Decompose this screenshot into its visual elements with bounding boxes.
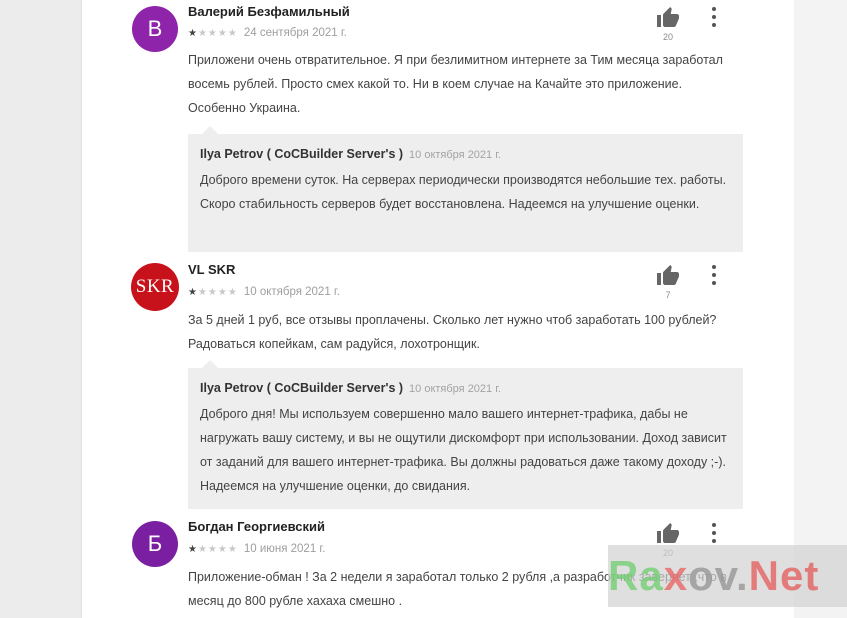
review-text: За 5 дней 1 руб, все отзывы проплачены. … bbox=[188, 313, 717, 351]
review-date: 24 сентября 2021 г. bbox=[243, 27, 347, 39]
reply-date: 10 октября 2021 г. bbox=[409, 149, 501, 161]
watermark-logo: Raxov.Net bbox=[608, 545, 847, 607]
reply-author: Ilya Petrov ( CoCBuilder Server's ) bbox=[200, 381, 404, 395]
review-text: Приложени очень отвратительное. Я при бе… bbox=[188, 53, 723, 115]
more-options-icon[interactable] bbox=[708, 265, 720, 285]
reviews-page: В Валерий Безфамильный ★★★★★ 24 сентября… bbox=[82, 0, 794, 618]
more-options-icon[interactable] bbox=[708, 523, 720, 543]
reply-date: 10 октября 2021 г. bbox=[409, 383, 501, 395]
reply-author: Ilya Petrov ( CoCBuilder Server's ) bbox=[200, 147, 404, 161]
review-author: Богдан Георгиевский bbox=[188, 519, 325, 534]
thumbs-up-icon[interactable] bbox=[656, 6, 680, 30]
like-count: 7 bbox=[665, 290, 671, 300]
page-gutter bbox=[794, 0, 847, 618]
thumbs-up-icon[interactable] bbox=[656, 264, 680, 288]
review-date: 10 октября 2021 г. bbox=[243, 286, 340, 298]
reply-text: Доброго дня! Мы используем совершенно ма… bbox=[200, 407, 727, 493]
rating-line: ★★★★★ 10 октября 2021 г. bbox=[188, 285, 340, 299]
avatar: В bbox=[132, 6, 178, 52]
thumbs-up-icon[interactable] bbox=[656, 522, 680, 546]
developer-reply: Ilya Petrov ( CoCBuilder Server's ) 10 о… bbox=[188, 360, 743, 509]
like-count: 20 bbox=[662, 32, 673, 42]
review-author: Валерий Безфамильный bbox=[188, 4, 350, 19]
developer-reply: Ilya Petrov ( CoCBuilder Server's ) 10 о… bbox=[188, 126, 743, 252]
avatar: Б bbox=[132, 521, 178, 567]
rating-line: ★★★★★ 24 сентября 2021 г. bbox=[188, 26, 347, 40]
star-rating: ★★★★★ bbox=[188, 286, 238, 298]
more-options-icon[interactable] bbox=[708, 7, 720, 27]
star-rating: ★★★★★ bbox=[188, 27, 238, 39]
review-date: 10 июня 2021 г. bbox=[243, 543, 326, 555]
review-author: VL SKR bbox=[188, 262, 236, 277]
rating-line: ★★★★★ 10 июня 2021 г. bbox=[188, 542, 325, 556]
avatar: SKR bbox=[131, 263, 179, 311]
star-rating: ★★★★★ bbox=[188, 543, 238, 555]
reply-text: Доброго времени суток. На серверах перио… bbox=[200, 173, 727, 211]
